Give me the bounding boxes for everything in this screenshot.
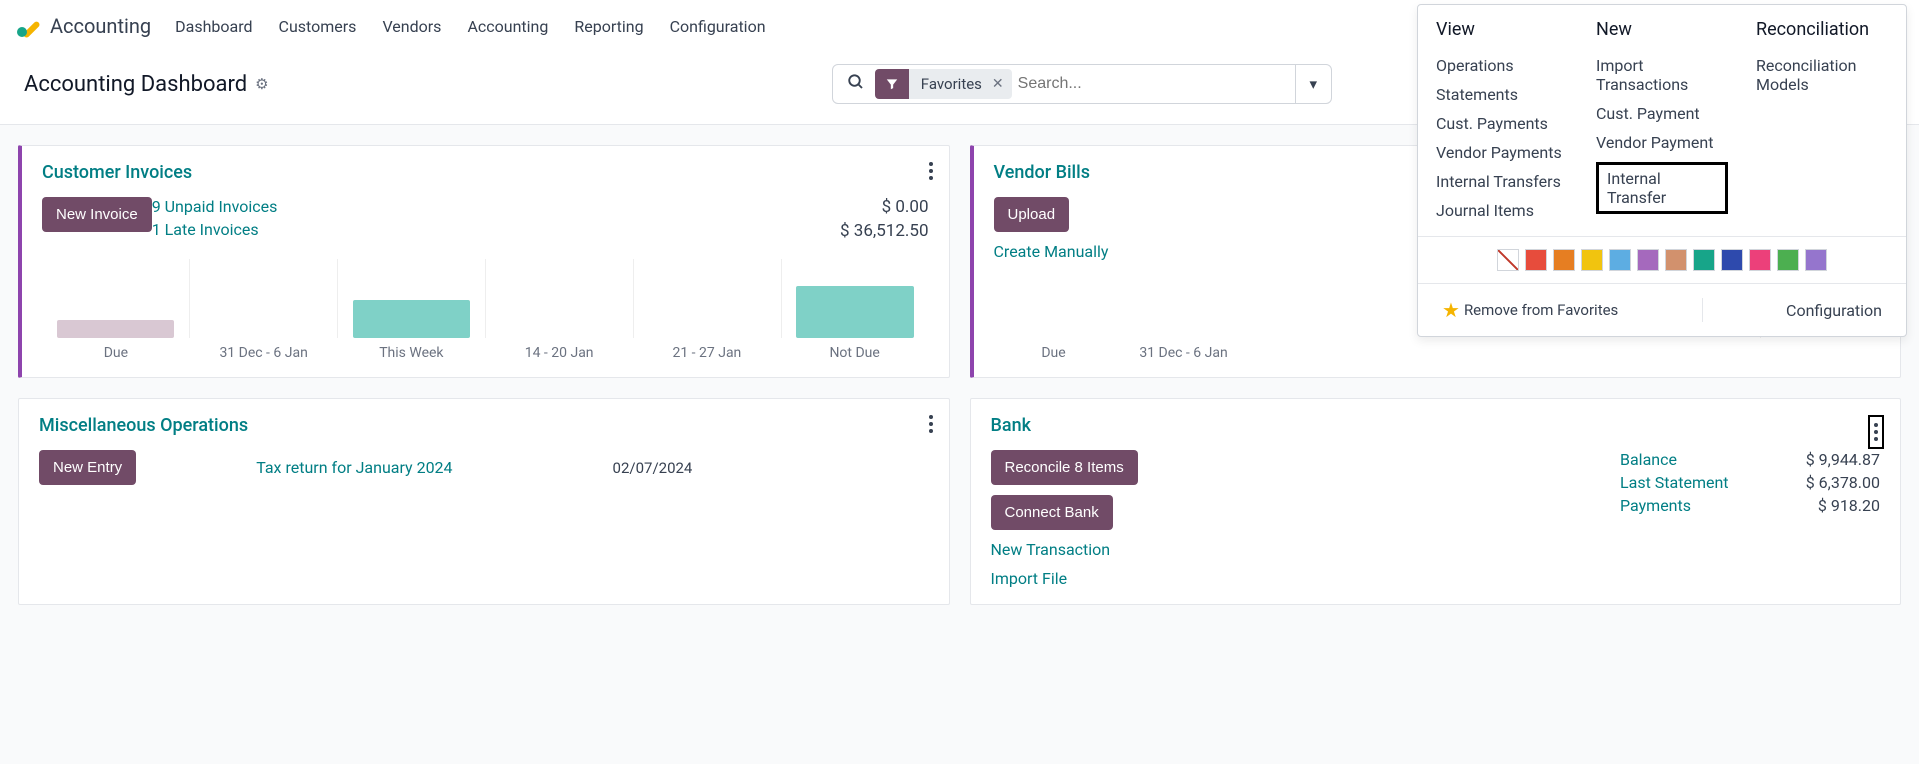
dropdown-heading-reconciliation: Reconciliation xyxy=(1756,19,1888,40)
filter-chip-favorites[interactable]: Favorites ✕ xyxy=(875,69,1012,99)
invoice-aging-chart xyxy=(42,259,929,339)
dd-configuration[interactable]: Configuration xyxy=(1786,301,1882,320)
main-nav: Dashboard Customers Vendors Accounting R… xyxy=(175,17,765,36)
logo-icon xyxy=(16,14,40,38)
journal-options-dropdown: View Operations Statements Cust. Payment… xyxy=(1417,4,1907,337)
page-title-text: Accounting Dashboard xyxy=(24,72,247,97)
remove-from-favorites-label: Remove from Favorites xyxy=(1464,301,1618,319)
app-logo[interactable]: Accounting xyxy=(16,14,151,38)
search-icon[interactable] xyxy=(833,73,875,95)
color-swatch[interactable] xyxy=(1553,249,1575,271)
dd-view-operations[interactable]: Operations xyxy=(1436,56,1568,75)
color-swatch[interactable] xyxy=(1805,249,1827,271)
unpaid-invoices-link[interactable]: 9 Unpaid Invoices xyxy=(152,197,278,216)
dd-new-internal-transfer[interactable]: Internal Transfer xyxy=(1596,162,1728,214)
color-swatch[interactable] xyxy=(1749,249,1771,271)
color-swatch[interactable] xyxy=(1525,249,1547,271)
funnel-icon xyxy=(875,69,909,99)
card-title[interactable]: Bank xyxy=(991,415,1881,436)
payments-value: $ 918.20 xyxy=(1818,496,1880,515)
nav-configuration[interactable]: Configuration xyxy=(670,17,766,36)
search-bar[interactable]: Favorites ✕ ▾ xyxy=(832,64,1332,104)
filter-chip-label: Favorites xyxy=(921,75,982,93)
import-file-link[interactable]: Import File xyxy=(991,569,1068,588)
dropdown-heading-new: New xyxy=(1596,19,1728,40)
card-customer-invoices: Customer Invoices New Invoice 9 Unpaid I… xyxy=(18,145,950,378)
chart-label: 31 Dec - 6 Jan xyxy=(190,345,338,361)
chart-label: Not Due xyxy=(781,345,929,361)
new-invoice-button[interactable]: New Invoice xyxy=(42,197,152,232)
dd-reconciliation-models[interactable]: Reconciliation Models xyxy=(1756,56,1888,94)
new-entry-button[interactable]: New Entry xyxy=(39,450,136,485)
amount-late: $ 36,512.50 xyxy=(840,221,928,241)
dd-view-internal-transfers[interactable]: Internal Transfers xyxy=(1436,172,1568,191)
chip-remove-icon[interactable]: ✕ xyxy=(992,76,1004,92)
reconcile-button[interactable]: Reconcile 8 Items xyxy=(991,450,1138,485)
card-menu-button[interactable] xyxy=(929,162,933,180)
color-swatch[interactable] xyxy=(1581,249,1603,271)
amount-unpaid: $ 0.00 xyxy=(882,197,929,217)
remove-from-favorites[interactable]: ★ Remove from Favorites xyxy=(1442,298,1618,322)
nav-reporting[interactable]: Reporting xyxy=(574,17,643,36)
search-dropdown-toggle[interactable]: ▾ xyxy=(1295,65,1331,103)
payments-link[interactable]: Payments xyxy=(1620,496,1691,515)
new-transaction-link[interactable]: New Transaction xyxy=(991,540,1111,559)
color-swatch[interactable] xyxy=(1777,249,1799,271)
tax-return-date: 02/07/2024 xyxy=(613,459,693,477)
nav-customers[interactable]: Customers xyxy=(279,17,357,36)
color-swatch-none[interactable] xyxy=(1497,249,1519,271)
page-title: Accounting Dashboard ⚙ xyxy=(24,72,269,97)
nav-vendors[interactable]: Vendors xyxy=(382,17,441,36)
connect-bank-button[interactable]: Connect Bank xyxy=(991,495,1113,530)
color-swatch[interactable] xyxy=(1721,249,1743,271)
card-bank: Bank Reconcile 8 Items Connect Bank New … xyxy=(970,398,1902,605)
last-statement-value: $ 6,378.00 xyxy=(1806,473,1880,492)
card-title[interactable]: Customer Invoices xyxy=(42,162,929,183)
last-statement-link[interactable]: Last Statement xyxy=(1620,473,1729,492)
tax-return-link[interactable]: Tax return for January 2024 xyxy=(256,458,452,477)
color-swatch[interactable] xyxy=(1665,249,1687,271)
star-icon: ★ xyxy=(1442,298,1460,322)
dd-view-cust-payments[interactable]: Cust. Payments xyxy=(1436,114,1568,133)
nav-accounting[interactable]: Accounting xyxy=(467,17,548,36)
dd-new-cust-payment[interactable]: Cust. Payment xyxy=(1596,104,1728,123)
dd-new-import-transactions[interactable]: Import Transactions xyxy=(1596,56,1728,94)
gear-icon[interactable]: ⚙ xyxy=(255,75,268,93)
create-manually-link[interactable]: Create Manually xyxy=(994,242,1109,261)
search-input[interactable] xyxy=(1012,75,1295,93)
color-swatch[interactable] xyxy=(1609,249,1631,271)
color-swatch[interactable] xyxy=(1693,249,1715,271)
card-menu-button[interactable] xyxy=(1868,415,1884,449)
chart-label: Due xyxy=(994,345,1114,361)
chart-label: This Week xyxy=(338,345,486,361)
chart-label: Due xyxy=(42,345,190,361)
dropdown-heading-view: View xyxy=(1436,19,1568,40)
card-misc-operations: Miscellaneous Operations New Entry Tax r… xyxy=(18,398,950,605)
color-swatches xyxy=(1418,236,1906,283)
dd-new-vendor-payment[interactable]: Vendor Payment xyxy=(1596,133,1728,152)
dd-view-vendor-payments[interactable]: Vendor Payments xyxy=(1436,143,1568,162)
dd-view-statements[interactable]: Statements xyxy=(1436,85,1568,104)
nav-dashboard[interactable]: Dashboard xyxy=(175,17,252,36)
app-name: Accounting xyxy=(50,14,151,38)
separator xyxy=(1702,298,1703,322)
chart-label: 21 - 27 Jan xyxy=(633,345,781,361)
upload-button[interactable]: Upload xyxy=(994,197,1070,232)
card-menu-button[interactable] xyxy=(929,415,933,433)
balance-link[interactable]: Balance xyxy=(1620,450,1677,469)
dd-view-journal-items[interactable]: Journal Items xyxy=(1436,201,1568,220)
chart-label: 31 Dec - 6 Jan xyxy=(1114,345,1254,361)
balance-value: $ 9,944.87 xyxy=(1806,450,1880,469)
late-invoices-link[interactable]: 1 Late Invoices xyxy=(152,220,278,239)
chart-label: 14 - 20 Jan xyxy=(485,345,633,361)
color-swatch[interactable] xyxy=(1637,249,1659,271)
card-title[interactable]: Miscellaneous Operations xyxy=(39,415,929,436)
